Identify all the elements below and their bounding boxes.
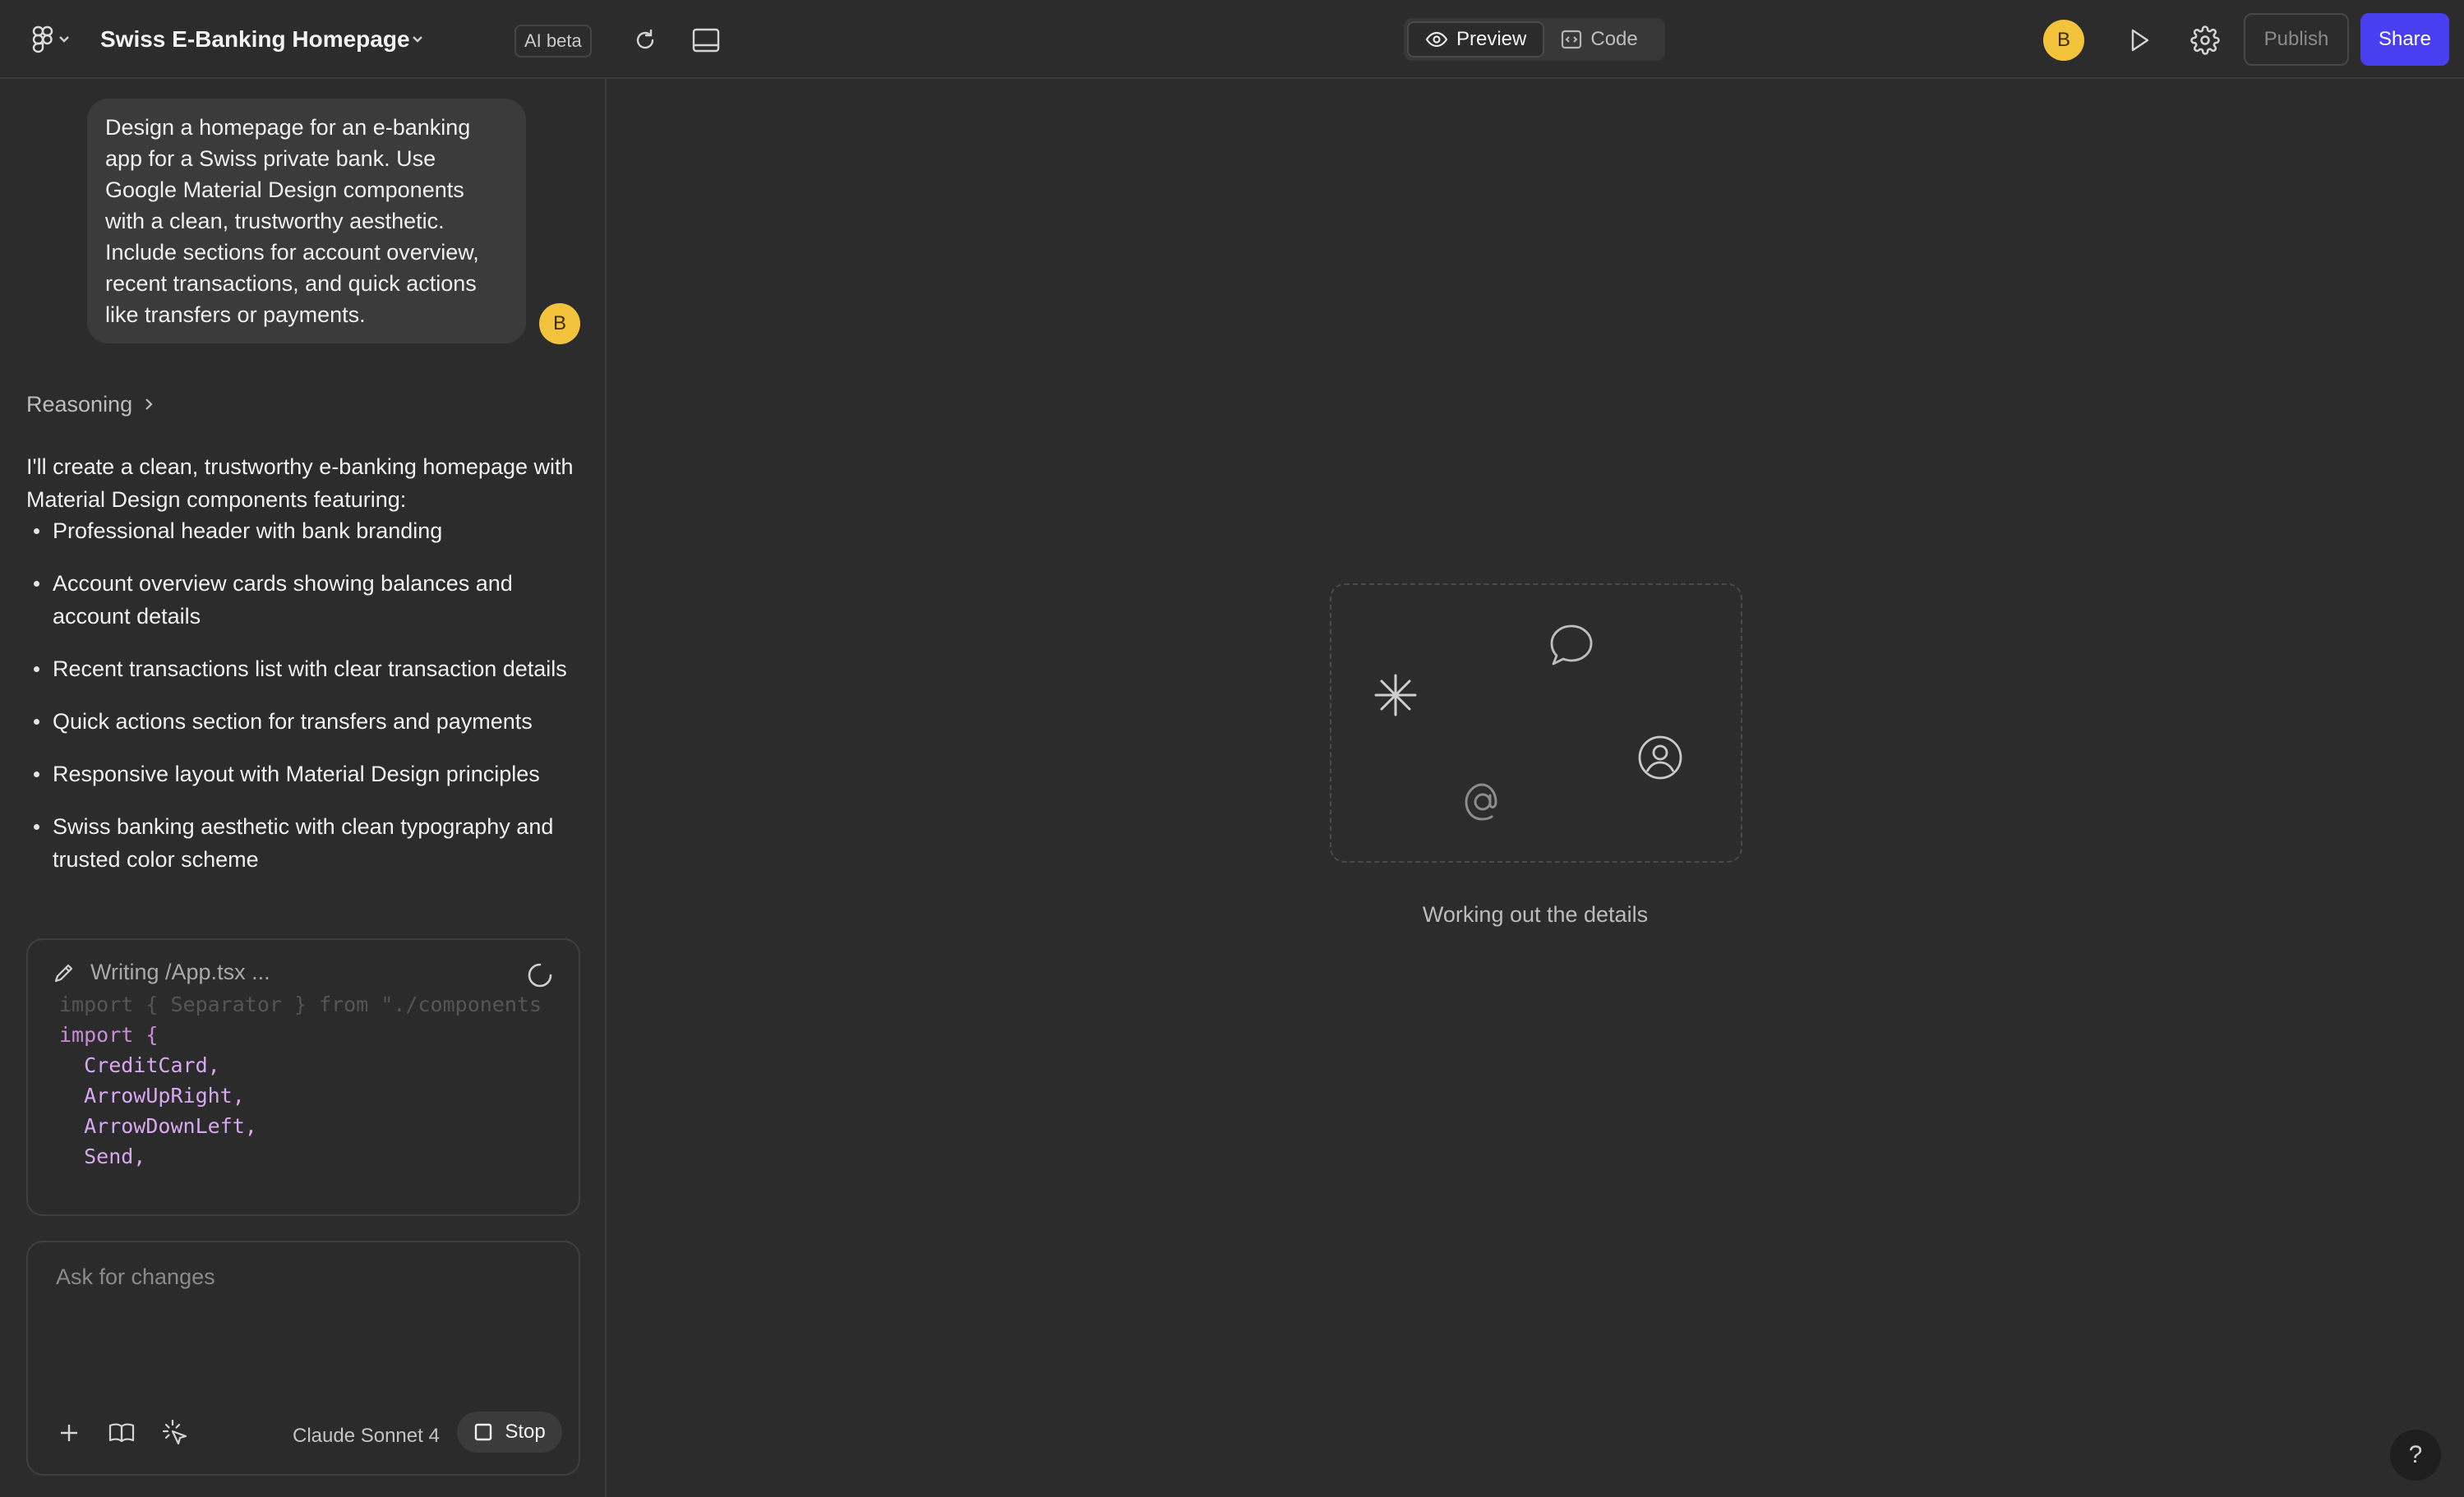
select-element-icon[interactable]: [156, 1415, 192, 1451]
publish-button[interactable]: Publish: [2244, 13, 2349, 66]
top-bar: Swiss E-Banking Homepage AI beta Preview: [0, 0, 2464, 79]
ask-for-changes-input[interactable]: [54, 1264, 551, 1291]
code-line: import {: [59, 1023, 159, 1047]
add-icon[interactable]: [51, 1415, 87, 1451]
list-item: Recent transactions list with clear tran…: [26, 652, 585, 685]
code-preview: import { Separator } from "./components i…: [59, 989, 542, 1172]
code-line: CreditCard,: [59, 1053, 220, 1077]
tab-code[interactable]: Code: [1544, 21, 1654, 58]
list-item: Quick actions section for transfers and …: [26, 705, 585, 738]
chevron-down-icon: [58, 35, 70, 44]
stop-button[interactable]: Stop: [457, 1412, 562, 1453]
user-circle-icon: [1636, 733, 1685, 782]
list-item: Responsive layout with Material Design p…: [26, 758, 585, 790]
code-status: Writing /App.tsx ...: [53, 960, 303, 985]
refresh-icon[interactable]: [625, 20, 666, 61]
stop-label: Stop: [505, 1421, 546, 1443]
ai-beta-badge: AI beta: [514, 25, 592, 58]
user-message: Design a homepage for an e-banking app f…: [87, 99, 526, 343]
code-line: Send,: [59, 1145, 146, 1168]
status-text: Working out the details: [1422, 902, 1649, 927]
gear-icon[interactable]: [2183, 18, 2227, 62]
tab-preview[interactable]: Preview: [1407, 21, 1545, 58]
code-line: ArrowDownLeft,: [59, 1114, 257, 1138]
tab-code-label: Code: [1590, 28, 1638, 50]
play-icon[interactable]: [2119, 20, 2160, 61]
list-item: Account overview cards showing balances …: [26, 567, 585, 633]
reasoning-toggle[interactable]: Reasoning: [26, 388, 154, 421]
project-title[interactable]: Swiss E-Banking Homepage: [100, 23, 410, 56]
help-button[interactable]: ?: [2390, 1430, 2441, 1481]
reasoning-label: Reasoning: [26, 391, 133, 417]
tab-preview-label: Preview: [1456, 28, 1527, 50]
eye-icon: [1425, 31, 1448, 48]
code-line: import { Separator } from "./components: [59, 993, 542, 1016]
code-line: ArrowUpRight,: [59, 1084, 245, 1108]
message-avatar: B: [539, 303, 580, 344]
at-sign-icon: [1458, 777, 1507, 827]
chevron-right-icon: [144, 397, 154, 412]
share-button[interactable]: Share: [2360, 13, 2449, 66]
list-item: Swiss banking aesthetic with clean typog…: [26, 810, 585, 876]
stop-icon: [473, 1422, 493, 1442]
chat-bubble-icon: [1547, 621, 1596, 670]
chat-composer: Claude Sonnet 4 Stop: [26, 1241, 580, 1476]
asterisk-icon: [1371, 670, 1420, 720]
project-menu-chevron-icon[interactable]: [406, 25, 429, 54]
assistant-intro: I'll create a clean, trustworthy e-banki…: [26, 454, 574, 512]
view-toggle: Preview Code: [1404, 18, 1665, 61]
preview-canvas: Working out the details: [607, 79, 2464, 1497]
book-icon[interactable]: [104, 1415, 140, 1451]
main-menu-button[interactable]: [25, 21, 77, 58]
code-status-text: Writing /App.tsx ...: [90, 960, 270, 984]
code-icon: [1561, 30, 1582, 49]
code-writing-card[interactable]: import { Separator } from "./components i…: [26, 938, 580, 1216]
assistant-feature-list: Professional header with bank branding A…: [26, 514, 585, 896]
panel-layout-icon[interactable]: [685, 20, 727, 61]
figma-logo-icon: [32, 25, 53, 53]
list-item: Professional header with bank branding: [26, 514, 585, 547]
pencil-icon: [53, 961, 76, 984]
user-avatar[interactable]: B: [2043, 20, 2084, 61]
model-selector[interactable]: Claude Sonnet 4: [293, 1425, 440, 1448]
loading-spinner-icon: [526, 961, 554, 989]
generating-placeholder: [1330, 583, 1742, 863]
